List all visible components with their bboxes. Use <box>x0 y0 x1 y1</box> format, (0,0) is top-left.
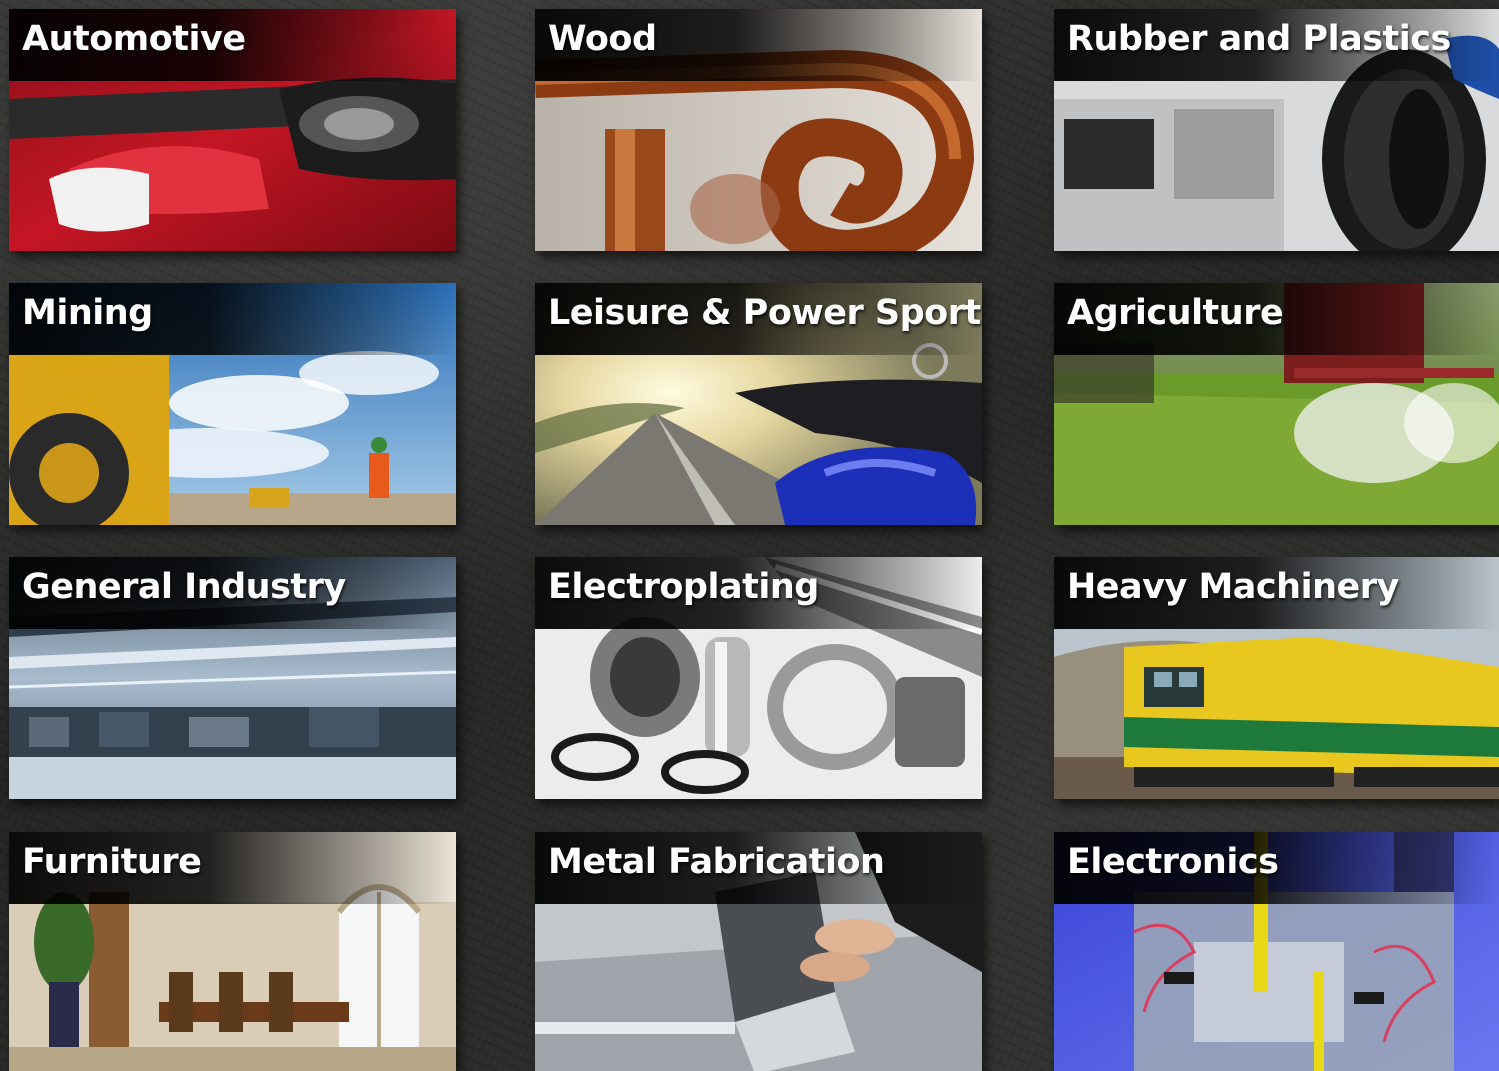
tile-label: Agriculture <box>1067 293 1284 333</box>
tile-label: Leisure & Power Sports <box>548 293 982 333</box>
tile-label: Electroplating <box>548 567 819 607</box>
tile-furniture[interactable]: Furniture <box>9 832 456 1071</box>
tile-heavy-machinery[interactable]: Heavy Machinery <box>1054 557 1499 799</box>
tile-label: Electronics <box>1067 842 1279 882</box>
tile-automotive[interactable]: Automotive <box>9 9 456 251</box>
tile-electronics[interactable]: Electronics <box>1054 832 1499 1071</box>
tile-general-industry[interactable]: General Industry <box>9 557 456 799</box>
tile-mining[interactable]: Mining <box>9 283 456 525</box>
tile-label: Wood <box>548 19 657 59</box>
tile-leisure-power-sports[interactable]: Leisure & Power Sports <box>535 283 982 525</box>
tile-label: Rubber and Plastics <box>1067 19 1451 59</box>
tile-label: Metal Fabrication <box>548 842 885 882</box>
tile-label: Mining <box>22 293 153 333</box>
tile-rubber-and-plastics[interactable]: Rubber and Plastics <box>1054 9 1499 251</box>
tile-label: Automotive <box>22 19 246 59</box>
tile-electroplating[interactable]: Electroplating <box>535 557 982 799</box>
tile-label: General Industry <box>22 567 346 607</box>
tile-label: Furniture <box>22 842 202 882</box>
tile-metal-fabrication[interactable]: Metal Fabrication <box>535 832 982 1071</box>
tile-wood[interactable]: Wood <box>535 9 982 251</box>
tile-agriculture[interactable]: Agriculture <box>1054 283 1499 525</box>
tile-label: Heavy Machinery <box>1067 567 1399 607</box>
